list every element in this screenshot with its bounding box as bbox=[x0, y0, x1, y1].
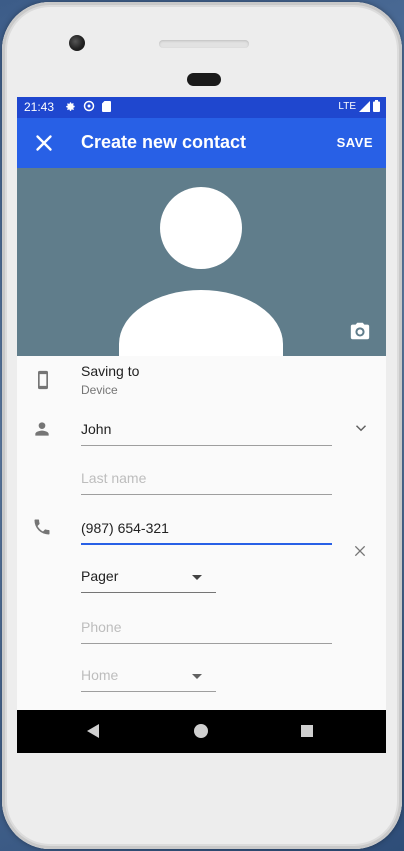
chevron-down-icon[interactable] bbox=[352, 419, 370, 437]
settings-icon bbox=[66, 101, 75, 111]
phone-type-value: Pager bbox=[81, 568, 119, 584]
recents-icon[interactable] bbox=[301, 725, 313, 737]
first-name-field[interactable]: John bbox=[81, 417, 332, 446]
last-name-placeholder: Last name bbox=[81, 470, 147, 486]
sd-card-icon bbox=[102, 100, 111, 112]
first-name-value: John bbox=[81, 421, 112, 437]
contact-photo-area[interactable] bbox=[17, 168, 386, 356]
home-icon[interactable] bbox=[194, 724, 208, 738]
battery-icon bbox=[373, 100, 380, 112]
phone-device-icon bbox=[38, 370, 48, 390]
front-camera bbox=[69, 35, 85, 51]
app-bar: Create new contact SAVE bbox=[17, 118, 386, 168]
phone-type-dropdown[interactable]: Pager bbox=[81, 564, 216, 593]
system-nav-bar bbox=[17, 710, 386, 753]
signal-icon bbox=[359, 100, 370, 112]
avatar-body bbox=[119, 290, 283, 356]
dropdown-arrow-icon bbox=[192, 575, 202, 580]
saving-to-account[interactable]: Device bbox=[81, 383, 118, 397]
screen: 21:43 LTE Create new contact SAVE Saving… bbox=[17, 97, 386, 753]
save-button[interactable]: SAVE bbox=[337, 135, 373, 150]
new-phone-placeholder: Phone bbox=[81, 619, 122, 635]
person-icon bbox=[35, 422, 49, 436]
close-icon[interactable] bbox=[31, 130, 57, 156]
camera-icon[interactable] bbox=[349, 320, 371, 342]
status-time: 21:43 bbox=[24, 100, 55, 114]
phone-icon bbox=[34, 519, 50, 535]
avatar-head bbox=[160, 187, 242, 269]
dropdown-arrow-icon bbox=[192, 674, 202, 679]
new-phone-type-dropdown[interactable]: Home bbox=[81, 663, 216, 692]
back-icon[interactable] bbox=[87, 724, 99, 738]
saving-to-label: Saving to bbox=[81, 363, 140, 379]
sync-icon bbox=[83, 100, 95, 112]
last-name-field[interactable]: Last name bbox=[81, 466, 332, 495]
network-type: LTE bbox=[338, 100, 356, 112]
page-title: Create new contact bbox=[81, 132, 247, 152]
status-bar: 21:43 LTE bbox=[17, 97, 386, 118]
clear-icon[interactable] bbox=[352, 543, 368, 559]
earpiece-speaker bbox=[159, 40, 249, 48]
phone-number-value: (987) 654-321 bbox=[81, 520, 169, 536]
new-phone-field[interactable]: Phone bbox=[81, 615, 332, 644]
new-phone-type-value: Home bbox=[81, 667, 119, 683]
proximity-sensor bbox=[187, 73, 221, 86]
phone-number-field[interactable]: (987) 654-321 bbox=[81, 516, 332, 545]
